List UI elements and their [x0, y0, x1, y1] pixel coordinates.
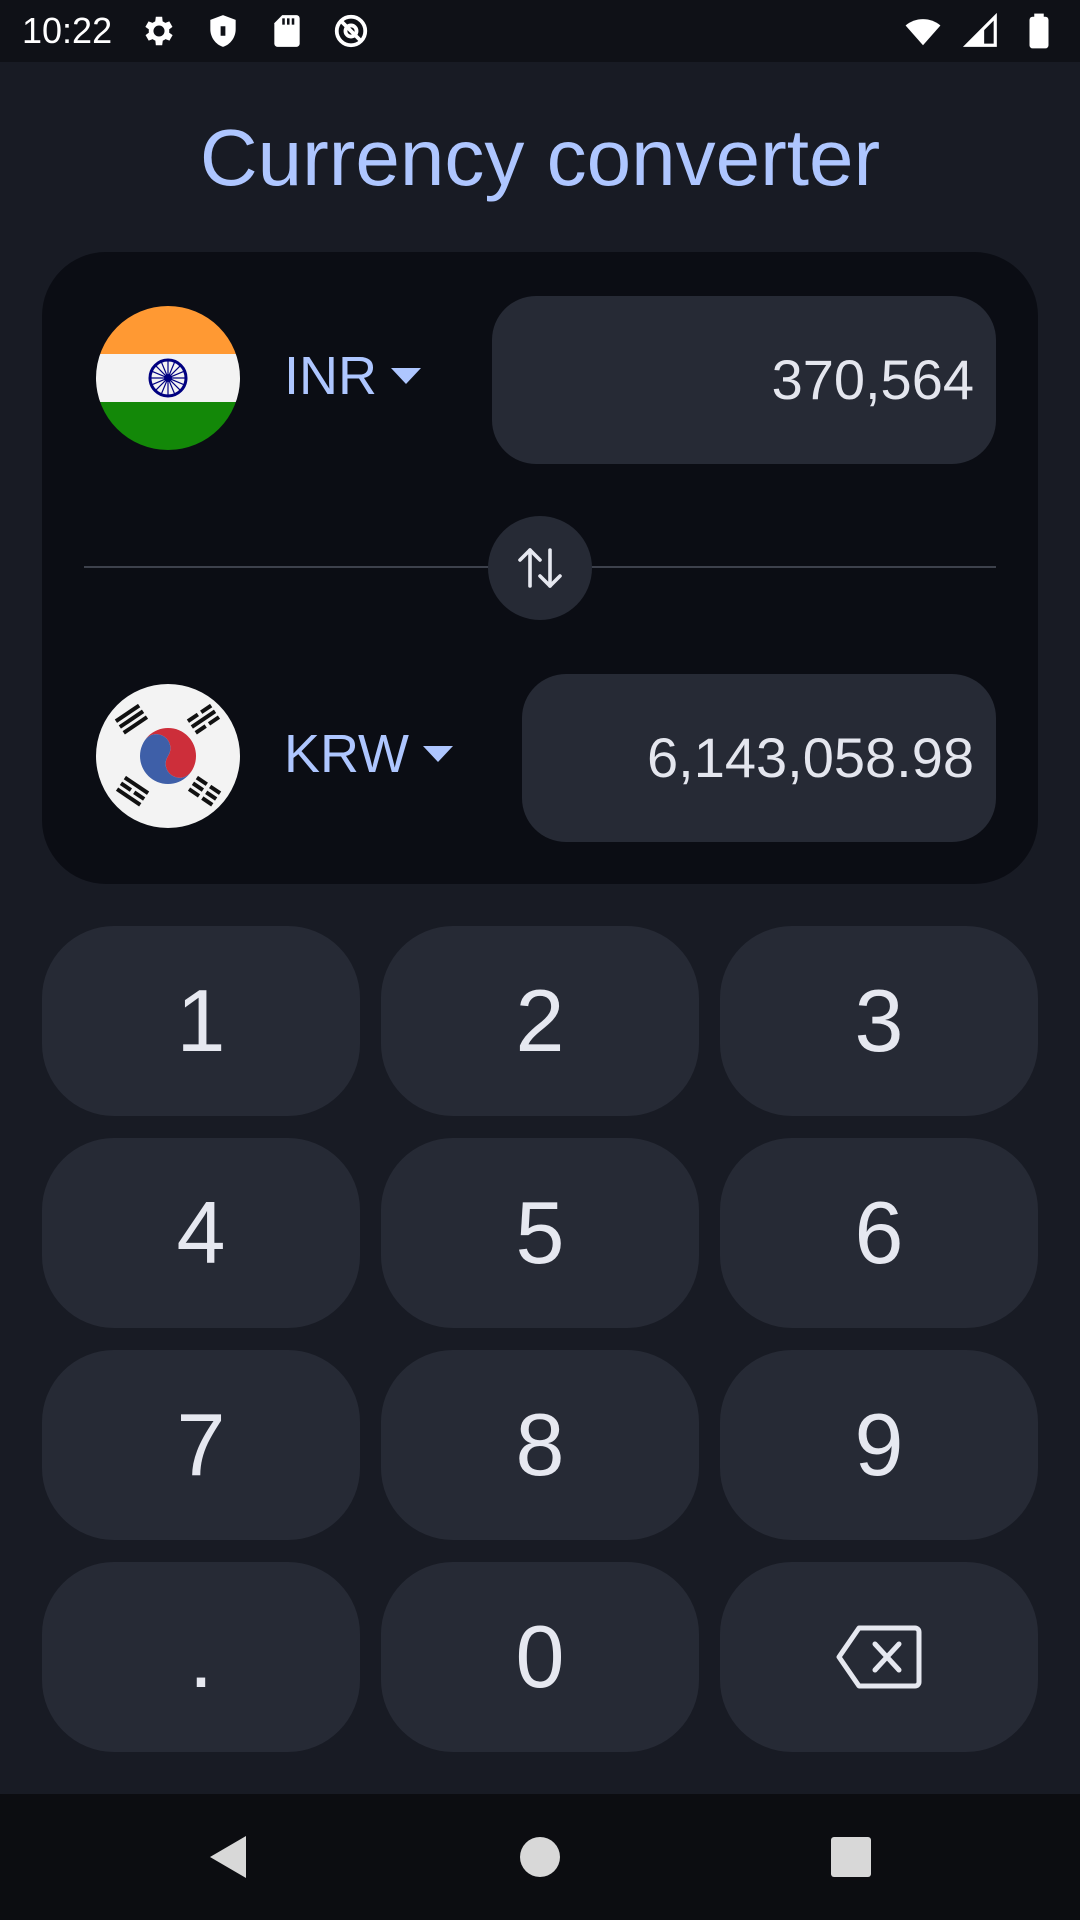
- to-amount-field[interactable]: 6,143,058.98: [522, 674, 996, 842]
- page-title: Currency converter: [199, 113, 881, 202]
- back-icon[interactable]: [204, 1832, 254, 1882]
- dropdown-arrow-icon: [391, 368, 421, 384]
- dropdown-arrow-icon: [423, 746, 454, 762]
- key-0[interactable]: 0: [381, 1562, 699, 1752]
- home-icon[interactable]: [515, 1832, 565, 1882]
- status-bar: 10:22: [0, 0, 1080, 62]
- key-decimal[interactable]: .: [42, 1562, 360, 1752]
- settings-icon: [145, 16, 173, 46]
- shield-icon: [210, 15, 236, 47]
- south-korea-flag-icon: [96, 684, 240, 828]
- key-4[interactable]: 4: [42, 1138, 360, 1328]
- battery-icon: [1029, 13, 1049, 49]
- key-8[interactable]: 8: [381, 1350, 699, 1540]
- key-5[interactable]: 5: [381, 1138, 699, 1328]
- to-currency-code: KRW: [284, 724, 410, 784]
- navigation-bar: [0, 1794, 1080, 1920]
- recents-icon[interactable]: [826, 1832, 876, 1882]
- key-6[interactable]: 6: [720, 1138, 1038, 1328]
- key-2[interactable]: 2: [381, 926, 699, 1116]
- signal-icon: [962, 12, 997, 47]
- swap-currencies-button[interactable]: [488, 516, 592, 620]
- from-currency-code: INR: [284, 346, 377, 406]
- backspace-icon: [836, 1625, 922, 1689]
- status-icons-right: [904, 12, 1058, 50]
- status-icons-left: [140, 12, 370, 50]
- converter-card: INR 370,564 KRW 6,143,058.98: [42, 252, 1038, 884]
- status-time: 10:22: [22, 10, 113, 51]
- at-sign-icon: [334, 14, 368, 48]
- swap-vertical-icon: [518, 548, 562, 588]
- to-currency-dropdown[interactable]: KRW: [284, 724, 454, 784]
- key-9[interactable]: 9: [720, 1350, 1038, 1540]
- from-currency-dropdown[interactable]: INR: [284, 346, 421, 406]
- key-3[interactable]: 3: [720, 926, 1038, 1116]
- backspace-button[interactable]: [720, 1562, 1038, 1752]
- from-amount-field[interactable]: 370,564: [492, 296, 996, 464]
- sd-card-icon: [274, 15, 300, 47]
- key-7[interactable]: 7: [42, 1350, 360, 1540]
- key-1[interactable]: 1: [42, 926, 360, 1116]
- wifi-icon: [905, 19, 941, 46]
- india-flag-icon: [96, 306, 240, 450]
